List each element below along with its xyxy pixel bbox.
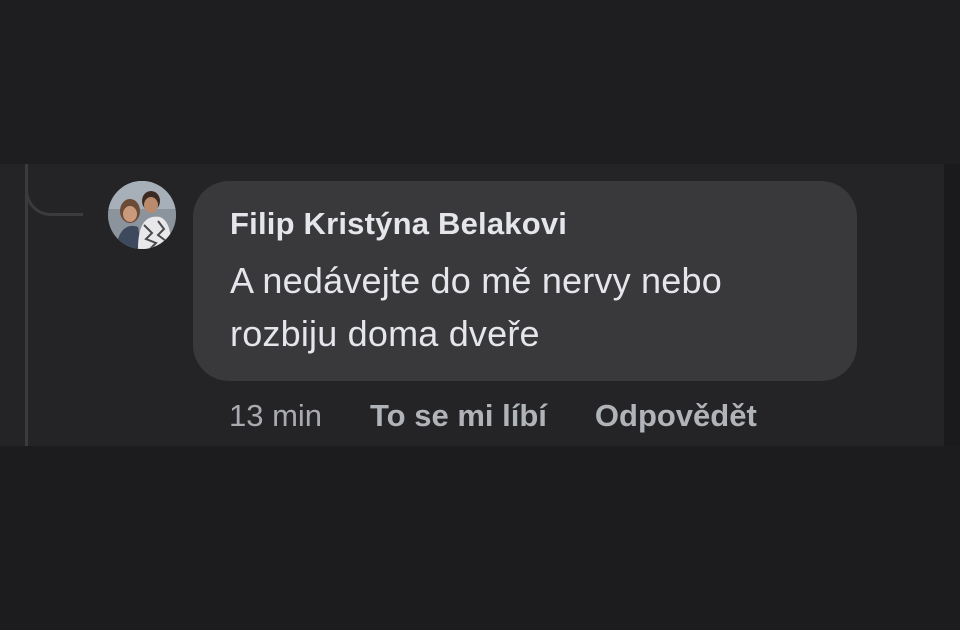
bottom-area [0,446,960,630]
reply-button[interactable]: Odpovědět [595,398,757,434]
comment-bubble: Filip Kristýna Belakovi A nedávejte do m… [193,181,857,381]
like-button[interactable]: To se mi líbí [370,398,547,434]
top-area [0,0,960,164]
comment-text: A nedávejte do mě nervy nebo rozbiju dom… [230,260,722,354]
screen: Filip Kristýna Belakovi A nedávejte do m… [0,0,960,630]
avatar[interactable] [108,181,176,249]
comment-timestamp[interactable]: 13 min [229,398,322,434]
thread-line [25,164,28,446]
comment-author[interactable]: Filip Kristýna Belakovi [230,204,821,244]
comment-actions: 13 min To se mi líbí Odpovědět [229,396,757,436]
avatar-photo-icon [108,181,176,249]
reply-connector [25,164,83,216]
right-edge [944,164,960,446]
